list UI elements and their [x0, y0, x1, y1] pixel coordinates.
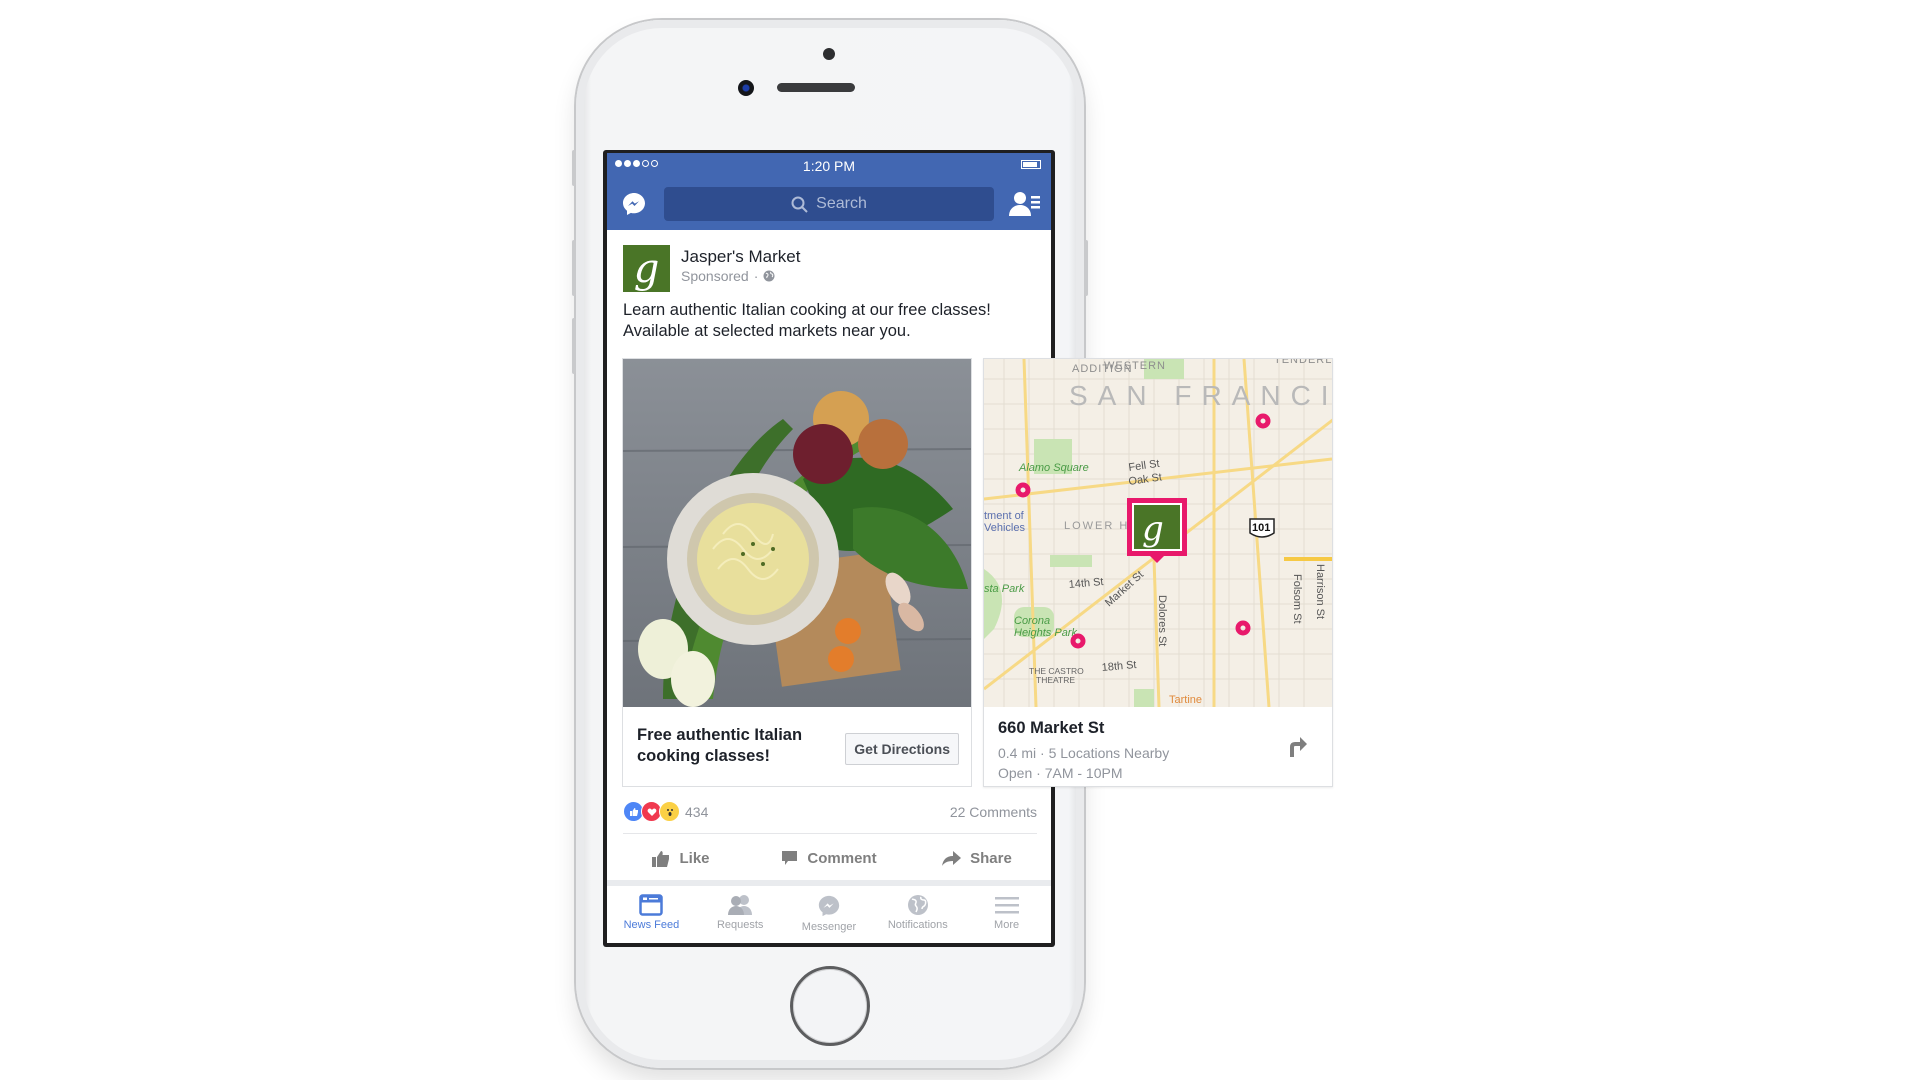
get-directions-button[interactable]: Get Directions [845, 733, 959, 765]
reactions-summary[interactable]: 434 [623, 801, 708, 822]
tab-label: More [994, 919, 1020, 931]
svg-text:THEATRE: THEATRE [1036, 675, 1075, 685]
search-input[interactable]: Search [664, 187, 994, 221]
tab-label: Messenger [801, 921, 857, 933]
map-label-alamo-square: Alamo Square [1018, 462, 1089, 474]
thumbs-up-icon [652, 850, 670, 867]
divider [623, 833, 1037, 834]
friend-requests-button[interactable] [1009, 190, 1041, 218]
search-icon [791, 196, 808, 213]
search-placeholder: Search [816, 195, 867, 212]
comments-count-link[interactable]: 22 Comments [950, 804, 1037, 820]
jaspers-logo: g [633, 245, 660, 292]
svg-text:sta Park: sta Park [984, 583, 1025, 595]
earpiece-speaker [777, 83, 855, 92]
like-button[interactable]: Like [607, 836, 755, 880]
comment-button[interactable]: Comment [755, 836, 903, 880]
post-actions: Like Comment Share [607, 836, 1051, 880]
tab-more[interactable]: More [962, 886, 1051, 943]
battery-icon [1021, 160, 1041, 169]
store-address: 660 Market St [998, 719, 1105, 737]
tab-news-feed[interactable]: News Feed [607, 886, 696, 943]
mute-switch [572, 150, 576, 186]
top-nav-bar: Search [607, 178, 1051, 230]
proximity-sensor [823, 48, 835, 60]
turn-right-arrow-icon [1290, 737, 1307, 757]
post-text: Learn authentic Italian cooking at our f… [623, 301, 991, 340]
store-locator-map[interactable]: WESTERN ADDITION TENDERLOIN SAN FRANCI A… [984, 359, 1332, 707]
wow-reaction-icon [659, 801, 680, 822]
svg-text:Corona: Corona [1014, 615, 1050, 627]
news-feed-icon [639, 894, 664, 916]
reaction-count: 434 [685, 803, 709, 820]
tab-messenger[interactable]: Messenger [785, 886, 874, 943]
svg-text:Harrison St: Harrison St [1314, 564, 1326, 619]
svg-text:Heights Park: Heights Park [1014, 627, 1077, 639]
share-button[interactable]: Share [903, 836, 1051, 880]
tab-notifications[interactable]: Notifications [873, 886, 962, 943]
comment-label: Comment [807, 849, 877, 867]
store-details: 0.4 mi · 5 Locations Nearby Open · 7AM -… [998, 743, 1169, 783]
separator-dot: · [753, 268, 759, 284]
like-label: Like [679, 849, 710, 867]
svg-text:Folsom St: Folsom St [1291, 574, 1303, 624]
map-label-tenderloin: TENDERLOIN [1274, 359, 1332, 366]
card-headline: Free authentic Italian cooking classes! [637, 726, 803, 765]
svg-text:Vehicles: Vehicles [984, 522, 1025, 534]
highway-101-shield: 101 [1249, 518, 1275, 538]
hamburger-menu-icon [994, 897, 1019, 914]
svg-text:101: 101 [1252, 522, 1270, 534]
volume-down-button [572, 318, 576, 374]
messenger-button[interactable] [621, 191, 647, 217]
sponsored-label: Sponsored [681, 268, 749, 284]
directions-button[interactable] [1286, 735, 1308, 757]
page-name-link[interactable]: Jasper's Market [681, 247, 800, 267]
svg-text:Dolores St: Dolores St [1156, 595, 1168, 646]
tab-label: News Feed [623, 919, 680, 931]
status-bar: 1:20 PM [607, 153, 1051, 178]
share-arrow-icon [942, 850, 962, 866]
hours-line: Open · 7AM - 10PM [998, 765, 1123, 781]
tab-label: Requests [716, 919, 764, 931]
svg-text:Tartine: Tartine [1169, 694, 1202, 706]
card-2-footer: 660 Market St 0.4 mi · 5 Locations Nearb… [984, 707, 1332, 786]
messenger-icon [818, 895, 840, 917]
svg-text:tment of: tment of [984, 510, 1025, 522]
home-button[interactable] [790, 966, 870, 1046]
food-photo [623, 359, 971, 707]
svg-text:LOWER H: LOWER H [1064, 520, 1129, 532]
power-button [1084, 240, 1088, 296]
svg-text:g: g [1142, 509, 1164, 549]
globe-icon [763, 270, 775, 282]
messenger-icon [623, 193, 645, 215]
clock: 1:20 PM [802, 158, 856, 174]
globe-notifications-icon [907, 895, 928, 915]
selected-store-pin: g [1127, 498, 1187, 563]
tab-requests[interactable]: Requests [696, 886, 785, 943]
comment-bubble-icon [782, 851, 798, 865]
tab-label: Notifications [887, 919, 948, 931]
front-camera [738, 80, 754, 96]
sponsored-line: Sponsored · [681, 268, 775, 284]
card-1-footer: Free authentic Italian cooking classes! … [623, 707, 971, 786]
friend-requests-icon [1009, 192, 1040, 216]
share-label: Share [970, 849, 1012, 867]
carousel-card-2[interactable]: WESTERN ADDITION TENDERLOIN SAN FRANCI A… [983, 358, 1333, 787]
page-avatar[interactable]: g [623, 245, 670, 292]
carousel-card-1[interactable]: Free authentic Italian cooking classes! … [622, 358, 972, 787]
map-label-city: SAN FRANCI [1069, 380, 1332, 411]
bottom-tab-bar: News Feed Requests Messenger Notificatio… [607, 886, 1051, 943]
friend-requests-icon [728, 895, 753, 915]
distance-line: 0.4 mi · 5 Locations Nearby [998, 745, 1170, 761]
volume-up-button [572, 240, 576, 296]
map-label-western-addition: ADDITION [1072, 363, 1133, 375]
